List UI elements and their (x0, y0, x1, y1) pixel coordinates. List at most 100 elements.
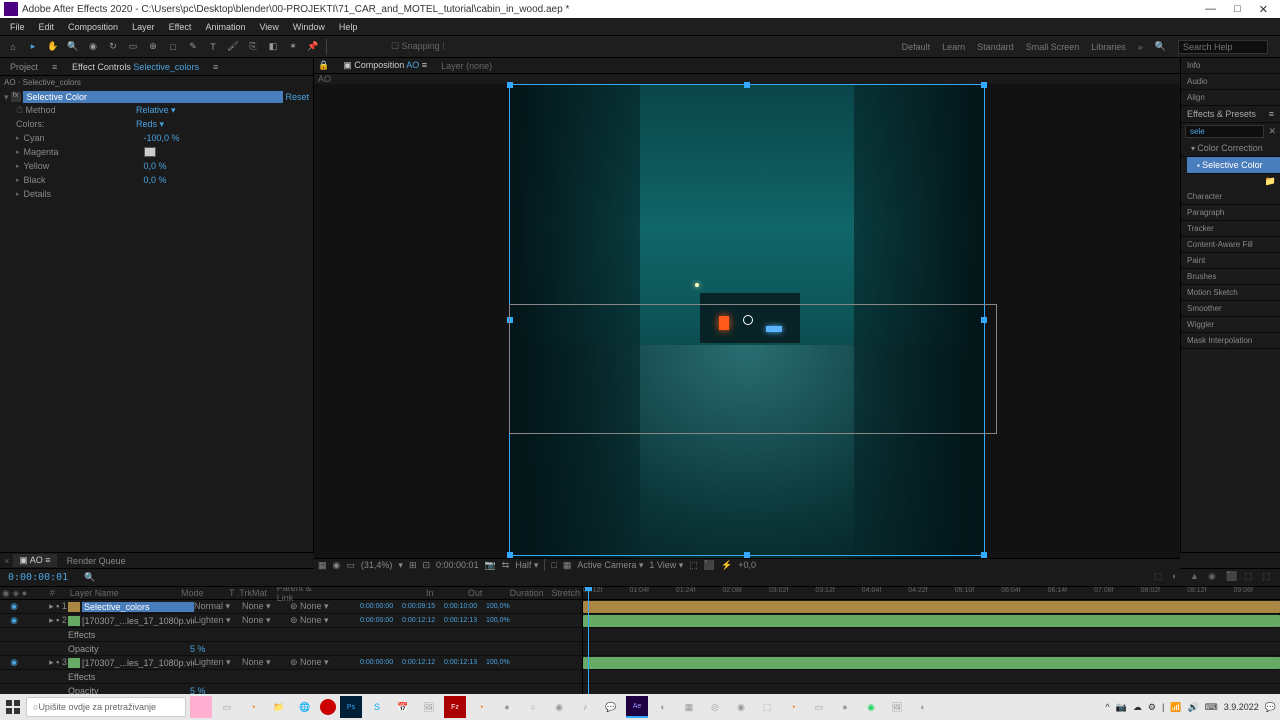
smoother-panel[interactable]: Smoother (1181, 301, 1280, 317)
tb-wa[interactable]: ◉ (860, 696, 882, 718)
timeline-tracks[interactable]: 00:12f01:04f01:24f02:08f03:02f03:12f04:0… (583, 587, 1280, 702)
align-panel[interactable]: Align (1181, 90, 1280, 106)
effect-twirl-icon[interactable]: ▾ (4, 92, 9, 103)
breadcrumb-item[interactable]: AO (318, 74, 331, 84)
start-button[interactable] (4, 698, 22, 716)
home-tool[interactable]: ⌂ (4, 38, 22, 56)
wiggler-panel[interactable]: Wiggler (1181, 317, 1280, 333)
composition-viewer[interactable] (314, 84, 1180, 558)
playhead[interactable] (588, 587, 589, 702)
roi-icon[interactable]: □ (551, 560, 556, 570)
composition-tab[interactable]: ▣ Composition AO ≡ (337, 58, 433, 73)
shape-tool[interactable]: □ (164, 38, 182, 56)
camera-dropdown[interactable]: Active Camera ▾ (577, 560, 643, 571)
menu-composition[interactable]: Composition (62, 20, 124, 34)
pan-behind-tool[interactable]: ⊕ (144, 38, 162, 56)
taskbar-search[interactable]: ○ Upišite ovdje za pretraživanje (26, 697, 186, 717)
effects-search-input[interactable] (1185, 125, 1264, 138)
tl-tool-1[interactable]: ⬚ (1154, 571, 1168, 585)
paragraph-panel[interactable]: Paragraph (1181, 205, 1280, 221)
orbit-tool[interactable]: ◉ (84, 38, 102, 56)
clear-search-icon[interactable]: ✕ (1268, 126, 1276, 137)
tb-discord[interactable]: 💬 (600, 696, 622, 718)
tb-app9[interactable]: ⬚ (756, 696, 778, 718)
tb-pink[interactable] (190, 696, 212, 718)
tb-app2[interactable]: ● (496, 696, 518, 718)
tb-app3[interactable]: ○ (522, 696, 544, 718)
channel-icon[interactable]: ◉ (333, 560, 341, 571)
audio-panel[interactable]: Audio (1181, 74, 1280, 90)
panel-menu-icon[interactable]: ≡ (52, 62, 62, 72)
timeline-track[interactable] (583, 614, 1280, 628)
anchor-point-icon[interactable] (743, 315, 753, 325)
workspace-default[interactable]: Default (902, 42, 931, 52)
menu-effect[interactable]: Effect (163, 20, 198, 34)
resolution-dropdown[interactable]: Half ▾ (515, 560, 538, 571)
tb-app13[interactable]: ◐ (912, 696, 934, 718)
current-time[interactable]: 0:00:00:01 (436, 560, 479, 570)
tb-fz[interactable]: Fz (444, 696, 466, 718)
tb-blender[interactable]: ◔ (242, 696, 264, 718)
twirl-icon[interactable]: ▸ (16, 162, 20, 170)
colors-dropdown[interactable]: Reds ▾ (136, 119, 164, 130)
menu-window[interactable]: Window (287, 20, 331, 34)
magenta-swatch[interactable] (144, 147, 156, 157)
current-timecode[interactable]: 0:00:00:01 (0, 572, 76, 583)
tray-up-icon[interactable]: ^ (1105, 702, 1109, 712)
grid-icon[interactable]: ⊞ (409, 560, 417, 571)
timeline-track[interactable] (583, 600, 1280, 614)
snapping-toggle[interactable]: ☐ Snapping ⁝ (391, 41, 445, 52)
info-panel[interactable]: Info (1181, 58, 1280, 74)
tb-app7[interactable]: ◎ (704, 696, 726, 718)
timeline-track[interactable] (583, 656, 1280, 670)
hand-tool[interactable]: ✋ (44, 38, 62, 56)
selection-tool[interactable]: ▸ (24, 38, 42, 56)
renderer-icon[interactable]: ⬛ (704, 560, 715, 571)
timeline-layer-row[interactable]: Effects (0, 670, 582, 684)
zoom-tool[interactable]: 🔍 (64, 38, 82, 56)
zoom-value[interactable]: (31,4%) (361, 560, 393, 570)
tb-ps[interactable]: Ps (340, 696, 362, 718)
timeline-track[interactable] (583, 670, 1280, 684)
workspace-more[interactable]: » (1138, 42, 1143, 52)
effect-controls-tab[interactable]: Effect Controls Selective_colors (66, 60, 205, 74)
fx-badge[interactable]: fx (11, 92, 21, 102)
tl-tool-4[interactable]: ◉ (1208, 571, 1222, 585)
tree-selective-color[interactable]: ▪ Selective Color (1187, 157, 1280, 174)
guides-icon[interactable]: ⊡ (422, 560, 430, 571)
tb-tiktok[interactable]: ♪ (574, 696, 596, 718)
comp-tab-ao[interactable]: ▣ AO ≡ (13, 554, 56, 567)
exposure-slider[interactable]: +0,0 (738, 560, 756, 570)
help-search-input[interactable] (1178, 40, 1268, 54)
menu-animation[interactable]: Animation (199, 20, 251, 34)
tb-calendar[interactable]: 📅 (392, 696, 414, 718)
timeline-ruler[interactable]: 00:12f01:04f01:24f02:08f03:02f03:12f04:0… (583, 587, 1280, 600)
timeline-layer-row[interactable]: ◉▸ ▪ 3[170307_...les_17_1080p.videvo.net… (0, 656, 582, 670)
project-tab[interactable]: Project (4, 60, 44, 74)
rotation-tool[interactable]: ↻ (104, 38, 122, 56)
tl-tool-7[interactable]: ⬚ (1262, 571, 1276, 585)
timeline-track[interactable] (583, 628, 1280, 642)
tray-notif-icon[interactable]: 💬 (1265, 702, 1276, 713)
view-layout-dropdown[interactable]: 1 View ▾ (649, 560, 683, 571)
tb-app10[interactable]: ▭ (808, 696, 830, 718)
tb-app5[interactable]: ◐ (652, 696, 674, 718)
tb-chrome[interactable]: 🌐 (294, 696, 316, 718)
timeline-layer-row[interactable]: ◉▸ ▪ 1Selective_colorsNormal ▾None ▾⊚ No… (0, 600, 582, 614)
menu-file[interactable]: File (4, 20, 31, 34)
transparency-icon[interactable]: ▦ (563, 560, 572, 571)
snapshot-icon[interactable]: 📷 (485, 560, 496, 571)
brush-tool[interactable]: 🖌 (224, 38, 242, 56)
menu-layer[interactable]: Layer (126, 20, 161, 34)
maximize-button[interactable]: □ (1234, 3, 1241, 16)
camera-tool[interactable]: ▭ (124, 38, 142, 56)
paint-panel[interactable]: Paint (1181, 253, 1280, 269)
workspace-small[interactable]: Small Screen (1026, 42, 1080, 52)
fast-preview-icon[interactable]: ⚡ (721, 560, 732, 571)
effect-name[interactable]: Selective Color (23, 91, 284, 103)
tb-app12[interactable]: 🖼 (886, 696, 908, 718)
tray-vol-icon[interactable]: 🔊 (1188, 702, 1199, 713)
tb-skype[interactable]: S (366, 696, 388, 718)
timeline-layer-row[interactable]: Opacity5 % (0, 642, 582, 656)
roto-tool[interactable]: ✶ (284, 38, 302, 56)
